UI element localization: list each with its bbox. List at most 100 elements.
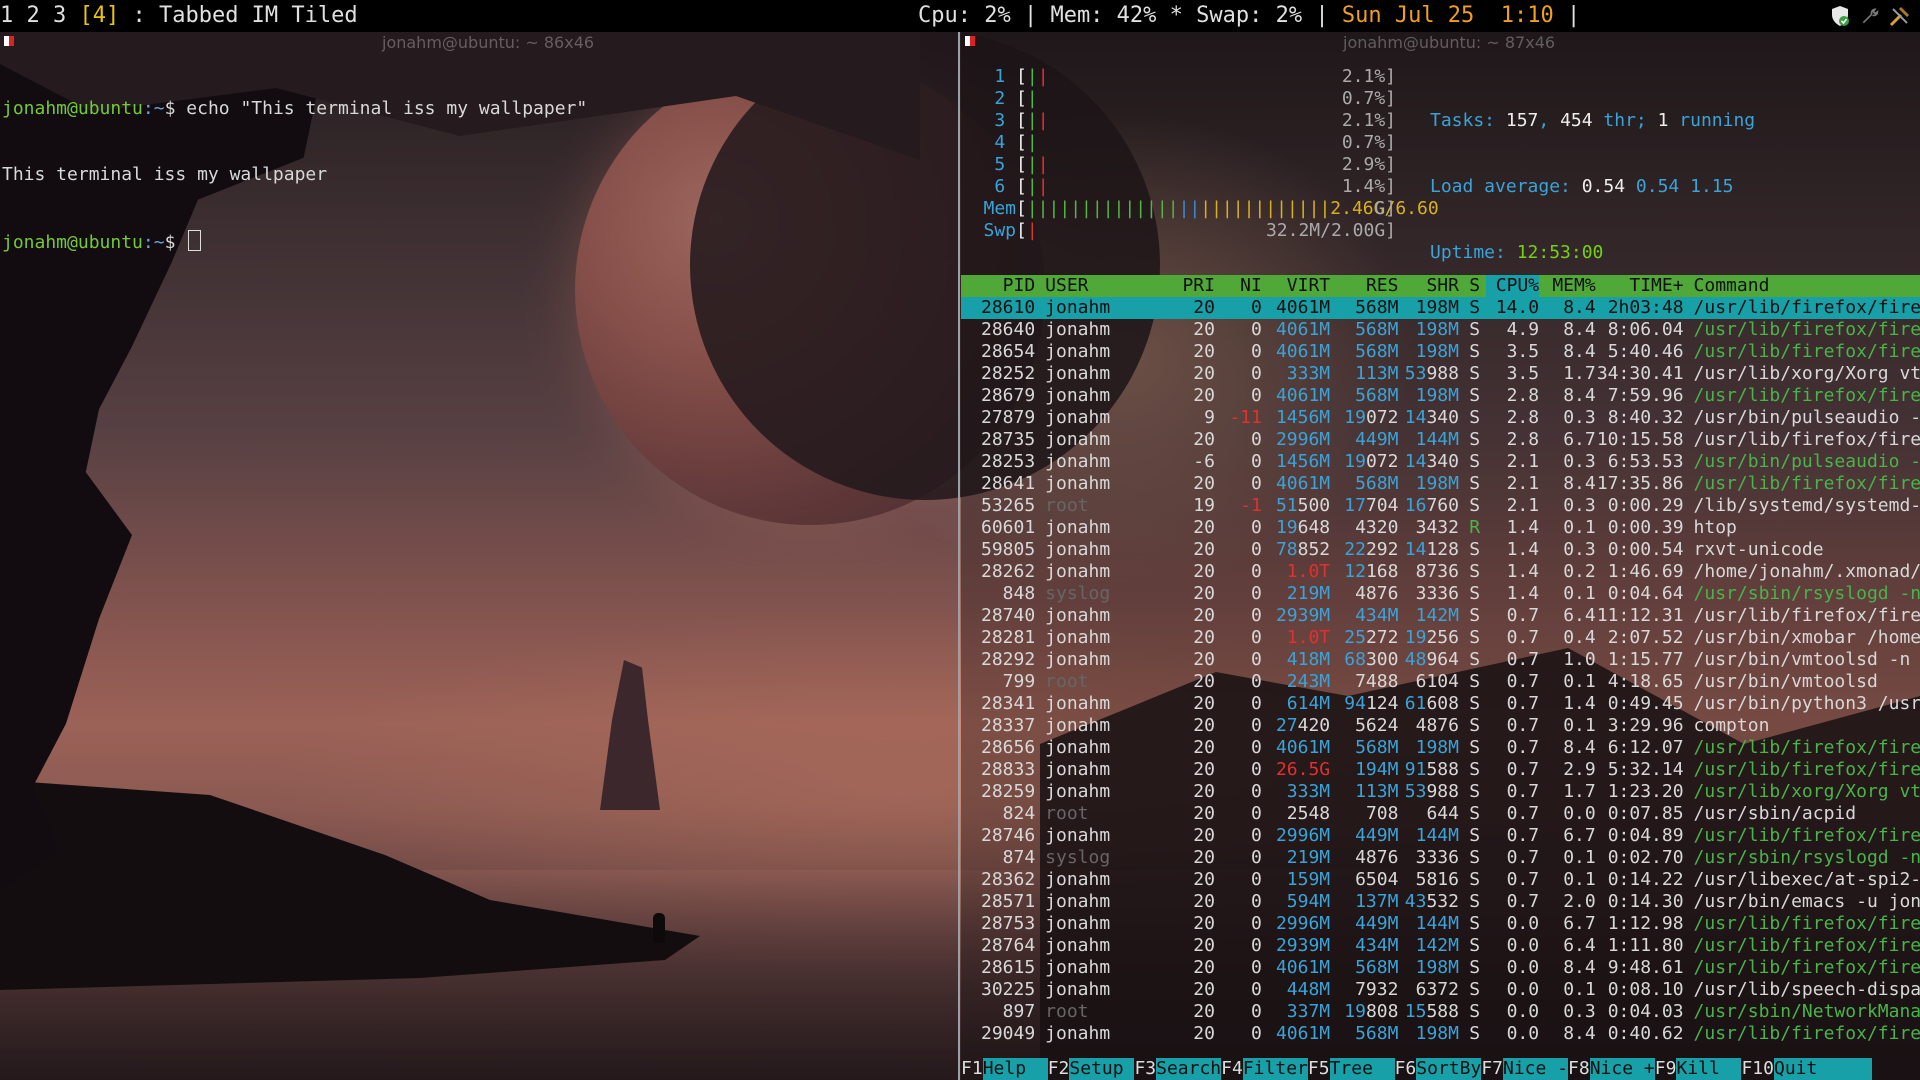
process-row[interactable]: 824 root 20 0 2548 708 644 S 0.7 0.0 0:07.85/usr/s…	[961, 803, 1920, 825]
cell-user: root	[1045, 495, 1089, 516]
cell-shr-rest: 256	[1426, 627, 1459, 648]
column-header-pri[interactable]: PRI	[1139, 275, 1215, 297]
column-header-shr[interactable]: SHR	[1398, 275, 1459, 297]
fkey-f3[interactable]: F3	[1134, 1058, 1156, 1080]
cell-virt-thousands: 27	[1275, 715, 1298, 736]
process-row[interactable]: 29049 jonahm 20 0 4061M 568M 198M S 0.0 8.4 0:40.6…	[961, 1023, 1920, 1045]
process-row[interactable]: 874 syslog 20 0 219M 4876 3336 S 0.7 0.1 0:02.70/u…	[961, 847, 1920, 869]
column-header-ni[interactable]: NI	[1215, 275, 1262, 297]
current-workspace[interactable]: [4]	[79, 3, 119, 28]
process-row[interactable]: 28262 jonahm 20 0 1.0T 12168 8736 S 1.4 0.2 1:46.6…	[961, 561, 1920, 583]
process-row[interactable]: 28679 jonahm 20 0 4061M 568M 198M S 2.8 8.4 7:59.9…	[961, 385, 1920, 407]
process-row[interactable]: 28362 jonahm 20 0 159M 6504 5816 S 0.7 0.1 0:14.22…	[961, 869, 1920, 891]
column-header-res[interactable]: RES	[1330, 275, 1399, 297]
text-cursor[interactable]	[188, 230, 202, 251]
process-row[interactable]: 28571 jonahm 20 0 594M 137M 43532 S 0.7 2.0 0:14.3…	[961, 891, 1920, 913]
cell-user: jonahm	[1045, 473, 1111, 494]
process-row[interactable]: 28640 jonahm 20 0 4061M 568M 198M S 4.9 8.4 8:06.0…	[961, 319, 1920, 341]
fkey-label-f7[interactable]: Nice -	[1503, 1058, 1569, 1080]
process-row[interactable]: 28833 jonahm 20 0 26.5G 194M 91588 S 0.7 2.9 5:32.…	[961, 759, 1920, 781]
terminal-output[interactable]: jonahm@ubuntu:~$ echo "This terminal iss…	[2, 54, 587, 298]
process-row[interactable]: 28654 jonahm 20 0 4061M 568M 198M S 3.5 8.4 5:40.4…	[961, 341, 1920, 363]
cell-ni: 0	[1250, 869, 1262, 890]
terminal-window-right-htop[interactable]: jonahm@ubuntu: ~ 87x46 1 [|| 2.1%] 2 [| 0.7…	[961, 32, 1920, 1080]
cell-ni: 0	[1250, 561, 1262, 582]
fkey-f5[interactable]: F5	[1308, 1058, 1330, 1080]
cell-pid: 28610	[980, 297, 1036, 318]
fkey-f10[interactable]: F10	[1741, 1058, 1774, 1080]
column-header-user[interactable]: USER	[1035, 275, 1139, 297]
cell-cpu: 1.4	[1506, 583, 1540, 604]
process-row[interactable]: 897 root 20 0 337M 19808 15588 S 0.0 0.3 0:04.03/u…	[961, 1001, 1920, 1023]
process-row[interactable]: 848 syslog 20 0 219M 4876 3336 S 1.4 0.1 0:04.64/u…	[961, 583, 1920, 605]
shield-icon[interactable]	[1828, 4, 1852, 28]
cell-shr-rest: 988	[1426, 363, 1459, 384]
prompt-symbol: $	[164, 232, 187, 253]
fkey-label-f8[interactable]: Nice +	[1589, 1058, 1655, 1080]
process-row[interactable]: 28281 jonahm 20 0 1.0T 25272 19256 S 0.7 0.4 2:07.…	[961, 627, 1920, 649]
fkey-f1[interactable]: F1	[961, 1058, 983, 1080]
process-row[interactable]: 28610 jonahm 20 0 4061M 568M 198M S 14.0 8.4 2h03:…	[961, 297, 1920, 319]
process-row[interactable]: 28341 jonahm 20 0 614M 94124 61608 S 0.7 1.4 0:49.…	[961, 693, 1920, 715]
process-row[interactable]: 28764 jonahm 20 0 2939M 434M 142M S 0.0 6.4 1:11.8…	[961, 935, 1920, 957]
cell-res-value: 568M	[1355, 341, 1399, 362]
cell-shr-thousands: 14	[1404, 407, 1427, 428]
cell-cmd: /usr/sbin/acpid	[1693, 803, 1857, 824]
process-row[interactable]: 799 root 20 0 243M 7488 6104 S 0.7 0.1 4:18.65/usr…	[961, 671, 1920, 693]
fkey-label-f5[interactable]: Tree	[1329, 1058, 1395, 1080]
column-header-virt[interactable]: VIRT	[1262, 275, 1330, 297]
process-row[interactable]: 28259 jonahm 20 0 333M 113M 53988 S 0.7 1.7 1:23.2…	[961, 781, 1920, 803]
process-row[interactable]: 28252 jonahm 20 0 333M 113M 53988 S 3.5 1.7 34:30.…	[961, 363, 1920, 385]
cell-virt: 448M	[1262, 979, 1330, 1001]
fkey-f7[interactable]: F7	[1481, 1058, 1503, 1080]
terminal-window-left[interactable]: jonahm@ubuntu: ~ 86x46 jonahm@ubuntu:~$ …	[0, 32, 958, 1080]
wrench-icon[interactable]	[1858, 4, 1882, 28]
process-row[interactable]: 28615 jonahm 20 0 4061M 568M 198M S 0.0 8.4 9:48.6…	[961, 957, 1920, 979]
process-row[interactable]: 60601 jonahm 20 0 19648 4320 3432 R 1.4 0.1 0:00.3…	[961, 517, 1920, 539]
fkey-f6[interactable]: F6	[1395, 1058, 1417, 1080]
process-row[interactable]: 28292 jonahm 20 0 418M 68300 48964 S 0.7 1.0 1:15.…	[961, 649, 1920, 671]
process-row[interactable]: 53265 root 19 -1 51500 17704 16760 S 2.1 0.3 0:00.…	[961, 495, 1920, 517]
process-row[interactable]: 30225 jonahm 20 0 448M 7932 6372 S 0.0 0.1 0:08.10…	[961, 979, 1920, 1001]
fkey-label-f10[interactable]: Quit	[1773, 1058, 1872, 1080]
process-row[interactable]: 28740 jonahm 20 0 2939M 434M 142M S 0.7 6.4 11:12.…	[961, 605, 1920, 627]
cell-s: S	[1469, 781, 1481, 802]
cell-virt-value: 418M	[1286, 649, 1331, 670]
fkey-f9[interactable]: F9	[1655, 1058, 1677, 1080]
uptime-line: Uptime: 12:53:00	[1430, 242, 1755, 264]
cell-mem: 8.4	[1563, 737, 1596, 758]
cell-ni: 0	[1250, 759, 1262, 780]
fkey-f4[interactable]: F4	[1221, 1058, 1243, 1080]
column-header-time[interactable]: TIME+	[1596, 275, 1683, 297]
process-row[interactable]: 28753 jonahm 20 0 2996M 449M 144M S 0.0 6.7 1:12.9…	[961, 913, 1920, 935]
process-row[interactable]: 28746 jonahm 20 0 2996M 449M 144M S 0.7 6.7 0:04.8…	[961, 825, 1920, 847]
process-row[interactable]: 28337 jonahm 20 0 27420 5624 4876 S 0.7 0.1 3:29.9…	[961, 715, 1920, 737]
process-row[interactable]: 28735 jonahm 20 0 2996M 449M 144M S 2.8 6.7 10:15.…	[961, 429, 1920, 451]
fkey-label-f6[interactable]: SortBy	[1416, 1058, 1482, 1080]
column-header-mem[interactable]: MEM%	[1539, 275, 1595, 297]
workspace-list[interactable]: 1 2 3	[0, 3, 79, 28]
process-row[interactable]: 28641 jonahm 20 0 4061M 568M 198M S 2.1 8.4 17:35.…	[961, 473, 1920, 495]
cell-s: S	[1469, 539, 1481, 560]
process-row[interactable]: 28253 jonahm -6 0 1456M 19072 14340 S 2.1 0.3 6:53…	[961, 451, 1920, 473]
cell-ni: 0	[1250, 1023, 1262, 1044]
fkey-label-f3[interactable]: Search	[1156, 1058, 1222, 1080]
cell-s: S	[1469, 803, 1481, 824]
process-row[interactable]: 59805 jonahm 20 0 78852 22292 14128 S 1.4 0.3 0:00…	[961, 539, 1920, 561]
fkey-label-f2[interactable]: Setup	[1069, 1058, 1135, 1080]
fkey-label-f9[interactable]: Kill	[1676, 1058, 1742, 1080]
column-header-s[interactable]: S	[1459, 275, 1486, 297]
process-row[interactable]: 27879 jonahm 9 -11 1456M 19072 14340 S 2.8 0.3 8:4…	[961, 407, 1920, 429]
column-header-pid[interactable]: PID	[961, 275, 1036, 297]
process-row[interactable]: 28656 jonahm 20 0 4061M 568M 198M S 0.7 8.4 6:12.0…	[961, 737, 1920, 759]
fkey-f8[interactable]: F8	[1568, 1058, 1590, 1080]
tools-icon[interactable]	[1888, 4, 1912, 28]
cell-time: 0:00.39	[1607, 517, 1684, 538]
process-table[interactable]: 28610 jonahm 20 0 4061M 568M 198M S 14.0 8.4 2h03:…	[961, 297, 1920, 1045]
column-header-cpu[interactable]: CPU%	[1486, 275, 1540, 297]
column-header-command[interactable]: Command	[1684, 275, 1920, 297]
cell-cpu: 0.7	[1506, 693, 1540, 714]
fkey-f2[interactable]: F2	[1048, 1058, 1070, 1080]
fkey-label-f1[interactable]: Help	[982, 1058, 1048, 1080]
fkey-label-f4[interactable]: Filter	[1242, 1058, 1308, 1080]
